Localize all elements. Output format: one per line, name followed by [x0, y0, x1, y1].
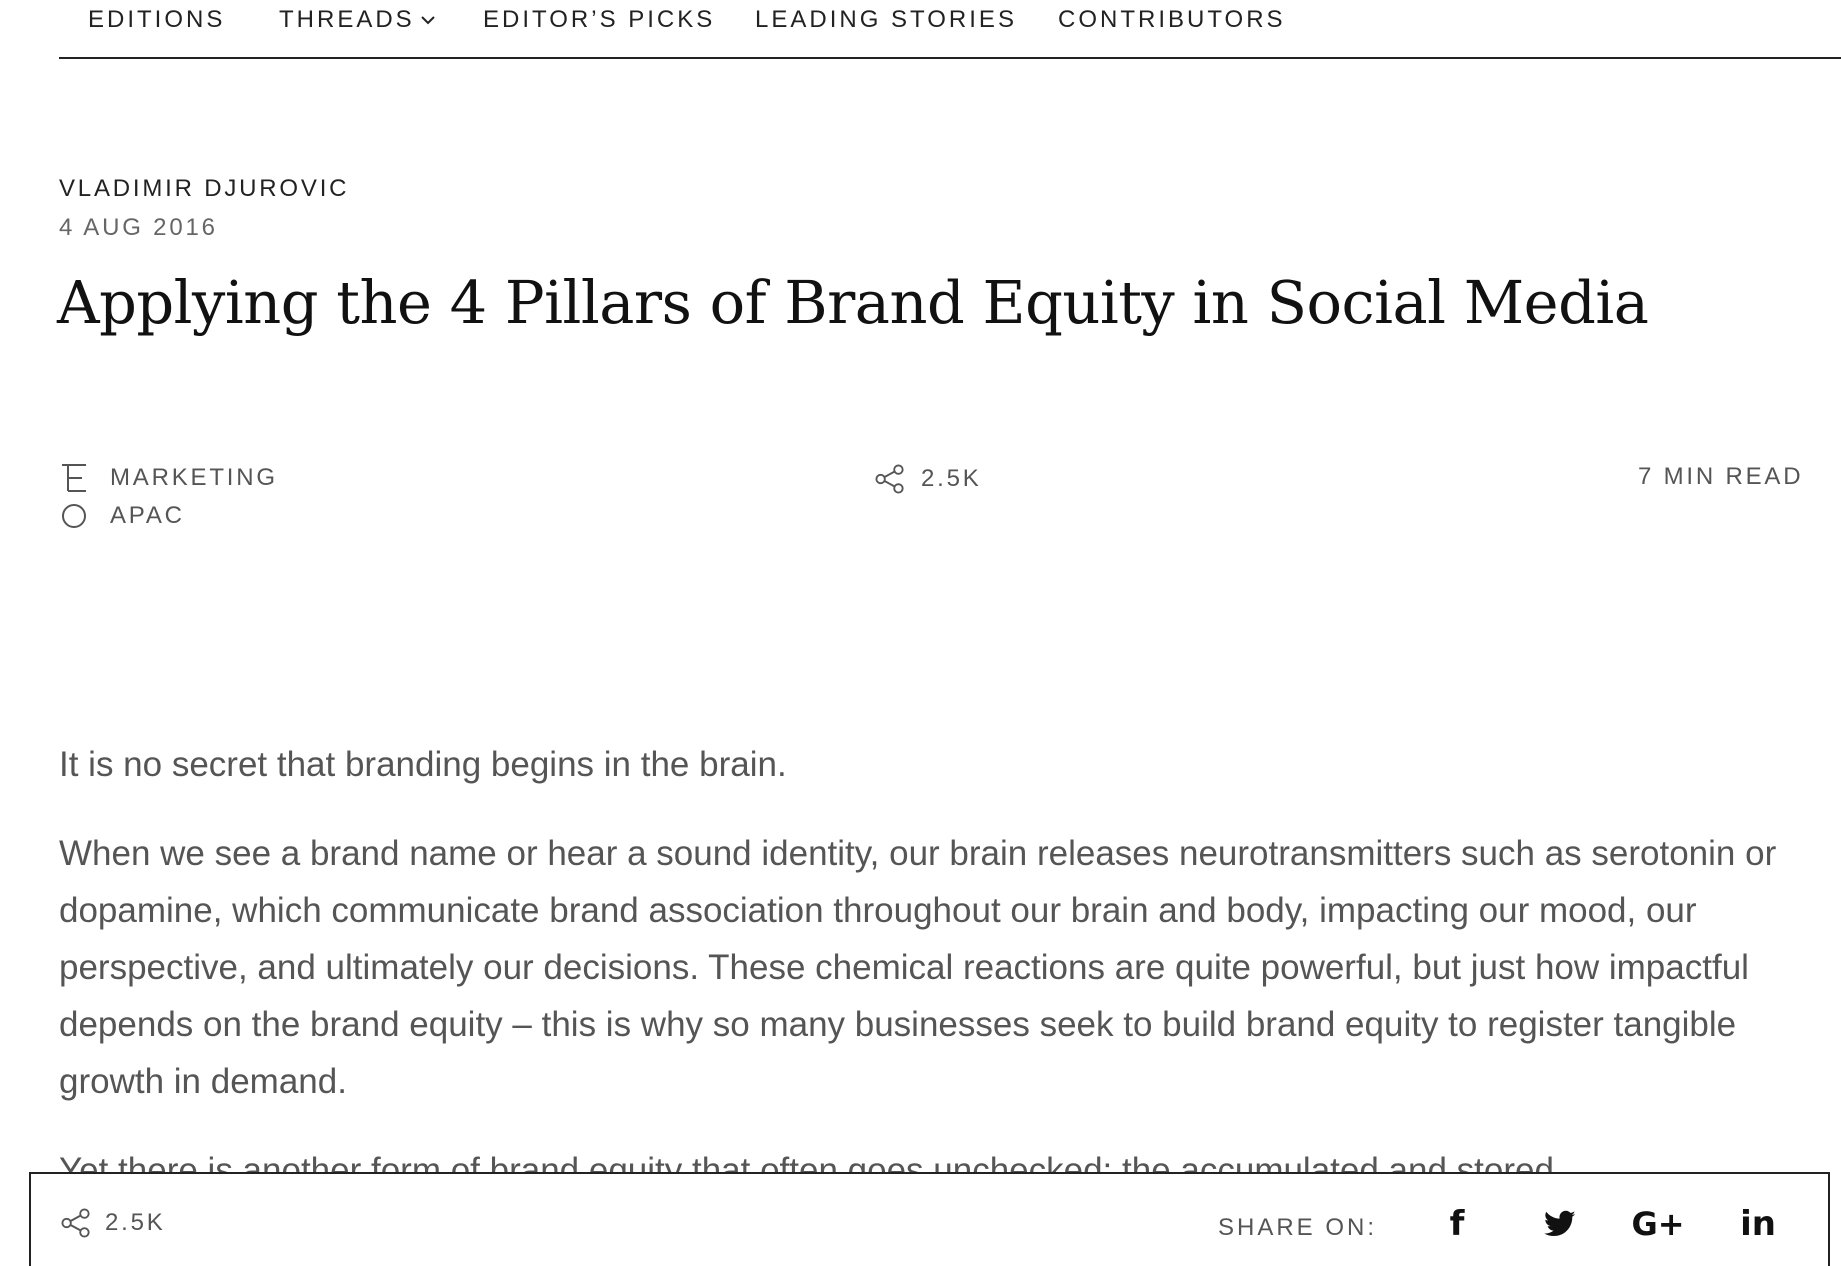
region-label: APAC: [110, 502, 185, 529]
nav-threads-label: THREADS: [279, 6, 415, 33]
publish-date: 4 AUG 2016: [59, 214, 218, 241]
twitter-share-button[interactable]: [1539, 1204, 1581, 1244]
nav-contributors[interactable]: CONTRIBUTORS: [1058, 6, 1286, 34]
share-on-label: SHARE ON:: [1218, 1214, 1378, 1241]
share-count-value: 2.5K: [921, 465, 982, 492]
share-icon: [61, 1208, 91, 1238]
paragraph: When we see a brand name or hear a sound…: [59, 834, 1777, 1101]
nav-editions[interactable]: EDITIONS: [88, 6, 225, 34]
nav-contributors-label: CONTRIBUTORS: [1058, 6, 1286, 33]
nav-leading-stories-label: LEADING STORIES: [755, 6, 1017, 33]
nav-threads[interactable]: THREADS: [279, 6, 435, 34]
linkedin-icon: in: [1740, 1204, 1776, 1244]
sharebar-count-value: 2.5K: [105, 1209, 166, 1236]
share-icon: [875, 463, 905, 495]
nav-leading-stories[interactable]: LEADING STORIES: [755, 6, 1017, 34]
twitter-icon: [1544, 1210, 1576, 1236]
linkedin-share-button[interactable]: in: [1736, 1204, 1780, 1244]
article-title: Applying the 4 Pillars of Brand Equity i…: [57, 268, 1649, 337]
facebook-icon: f: [1449, 1204, 1465, 1244]
category-icon: [60, 463, 90, 493]
article-body: It is no secret that branding begins in …: [59, 736, 1809, 1231]
nav-editors-picks[interactable]: EDITOR’S PICKS: [483, 6, 715, 34]
circle-icon: [60, 502, 90, 530]
region-tag[interactable]: APAC: [60, 502, 185, 530]
share-count[interactable]: 2.5K: [875, 463, 982, 495]
top-navigation: EDITIONS THREADS EDITOR’S PICKS LEADING …: [59, 0, 1841, 59]
paragraph: It is no secret that branding begins in …: [59, 745, 787, 784]
share-bar: 2.5K SHARE ON: f G+ in: [29, 1172, 1830, 1266]
author-name[interactable]: VLADIMIR DJUROVIC: [59, 175, 349, 203]
category-label: MARKETING: [110, 464, 278, 491]
chevron-down-icon: [420, 16, 435, 25]
googleplus-share-button[interactable]: G+: [1630, 1204, 1686, 1244]
nav-editions-label: EDITIONS: [88, 6, 226, 33]
facebook-share-button[interactable]: f: [1442, 1204, 1472, 1244]
category-tag[interactable]: MARKETING: [60, 463, 278, 493]
read-time-label: 7 MIN READ: [1638, 463, 1804, 490]
sharebar-count[interactable]: 2.5K: [61, 1208, 166, 1238]
nav-editors-picks-label: EDITOR’S PICKS: [483, 6, 716, 33]
read-time: 7 MIN READ: [1638, 463, 1803, 491]
googleplus-icon: G+: [1631, 1205, 1685, 1243]
